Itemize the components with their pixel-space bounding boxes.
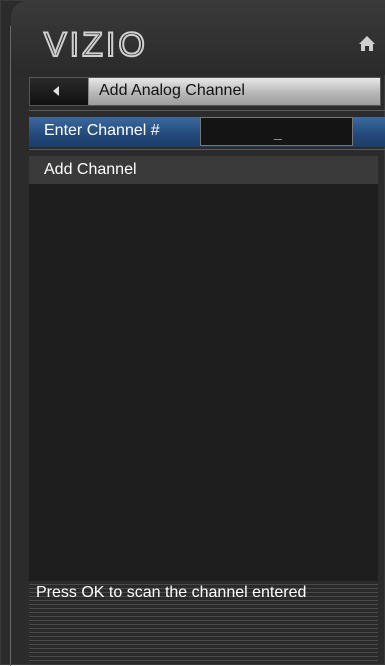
add-channel-button[interactable]: Add Channel: [29, 156, 378, 184]
divider: [29, 149, 385, 150]
page-title: Add Analog Channel: [99, 82, 245, 99]
menu-header: VIZIO: [11, 1, 385, 75]
tv-menu-panel: VIZIO Add Analog Channel Enter Channel #…: [0, 0, 385, 666]
channel-entry-row[interactable]: Enter Channel # _: [29, 117, 385, 147]
vizio-logo: VIZIO: [43, 25, 148, 65]
help-text-panel: Press OK to scan the channel entered: [29, 581, 378, 664]
back-button[interactable]: [30, 78, 89, 105]
add-channel-label: Add Channel: [44, 161, 137, 178]
back-arrow-icon: [53, 86, 59, 96]
channel-number-input[interactable]: _: [200, 117, 353, 146]
panel-border: [10, 26, 11, 666]
channel-entry-label: Enter Channel #: [44, 122, 160, 139]
home-icon[interactable]: [358, 35, 376, 53]
divider: [29, 110, 385, 111]
input-cursor: _: [274, 124, 282, 140]
nav-bar: Add Analog Channel: [29, 77, 381, 106]
help-text: Press OK to scan the channel entered: [36, 584, 307, 601]
menu-list: Add Channel: [29, 156, 378, 581]
